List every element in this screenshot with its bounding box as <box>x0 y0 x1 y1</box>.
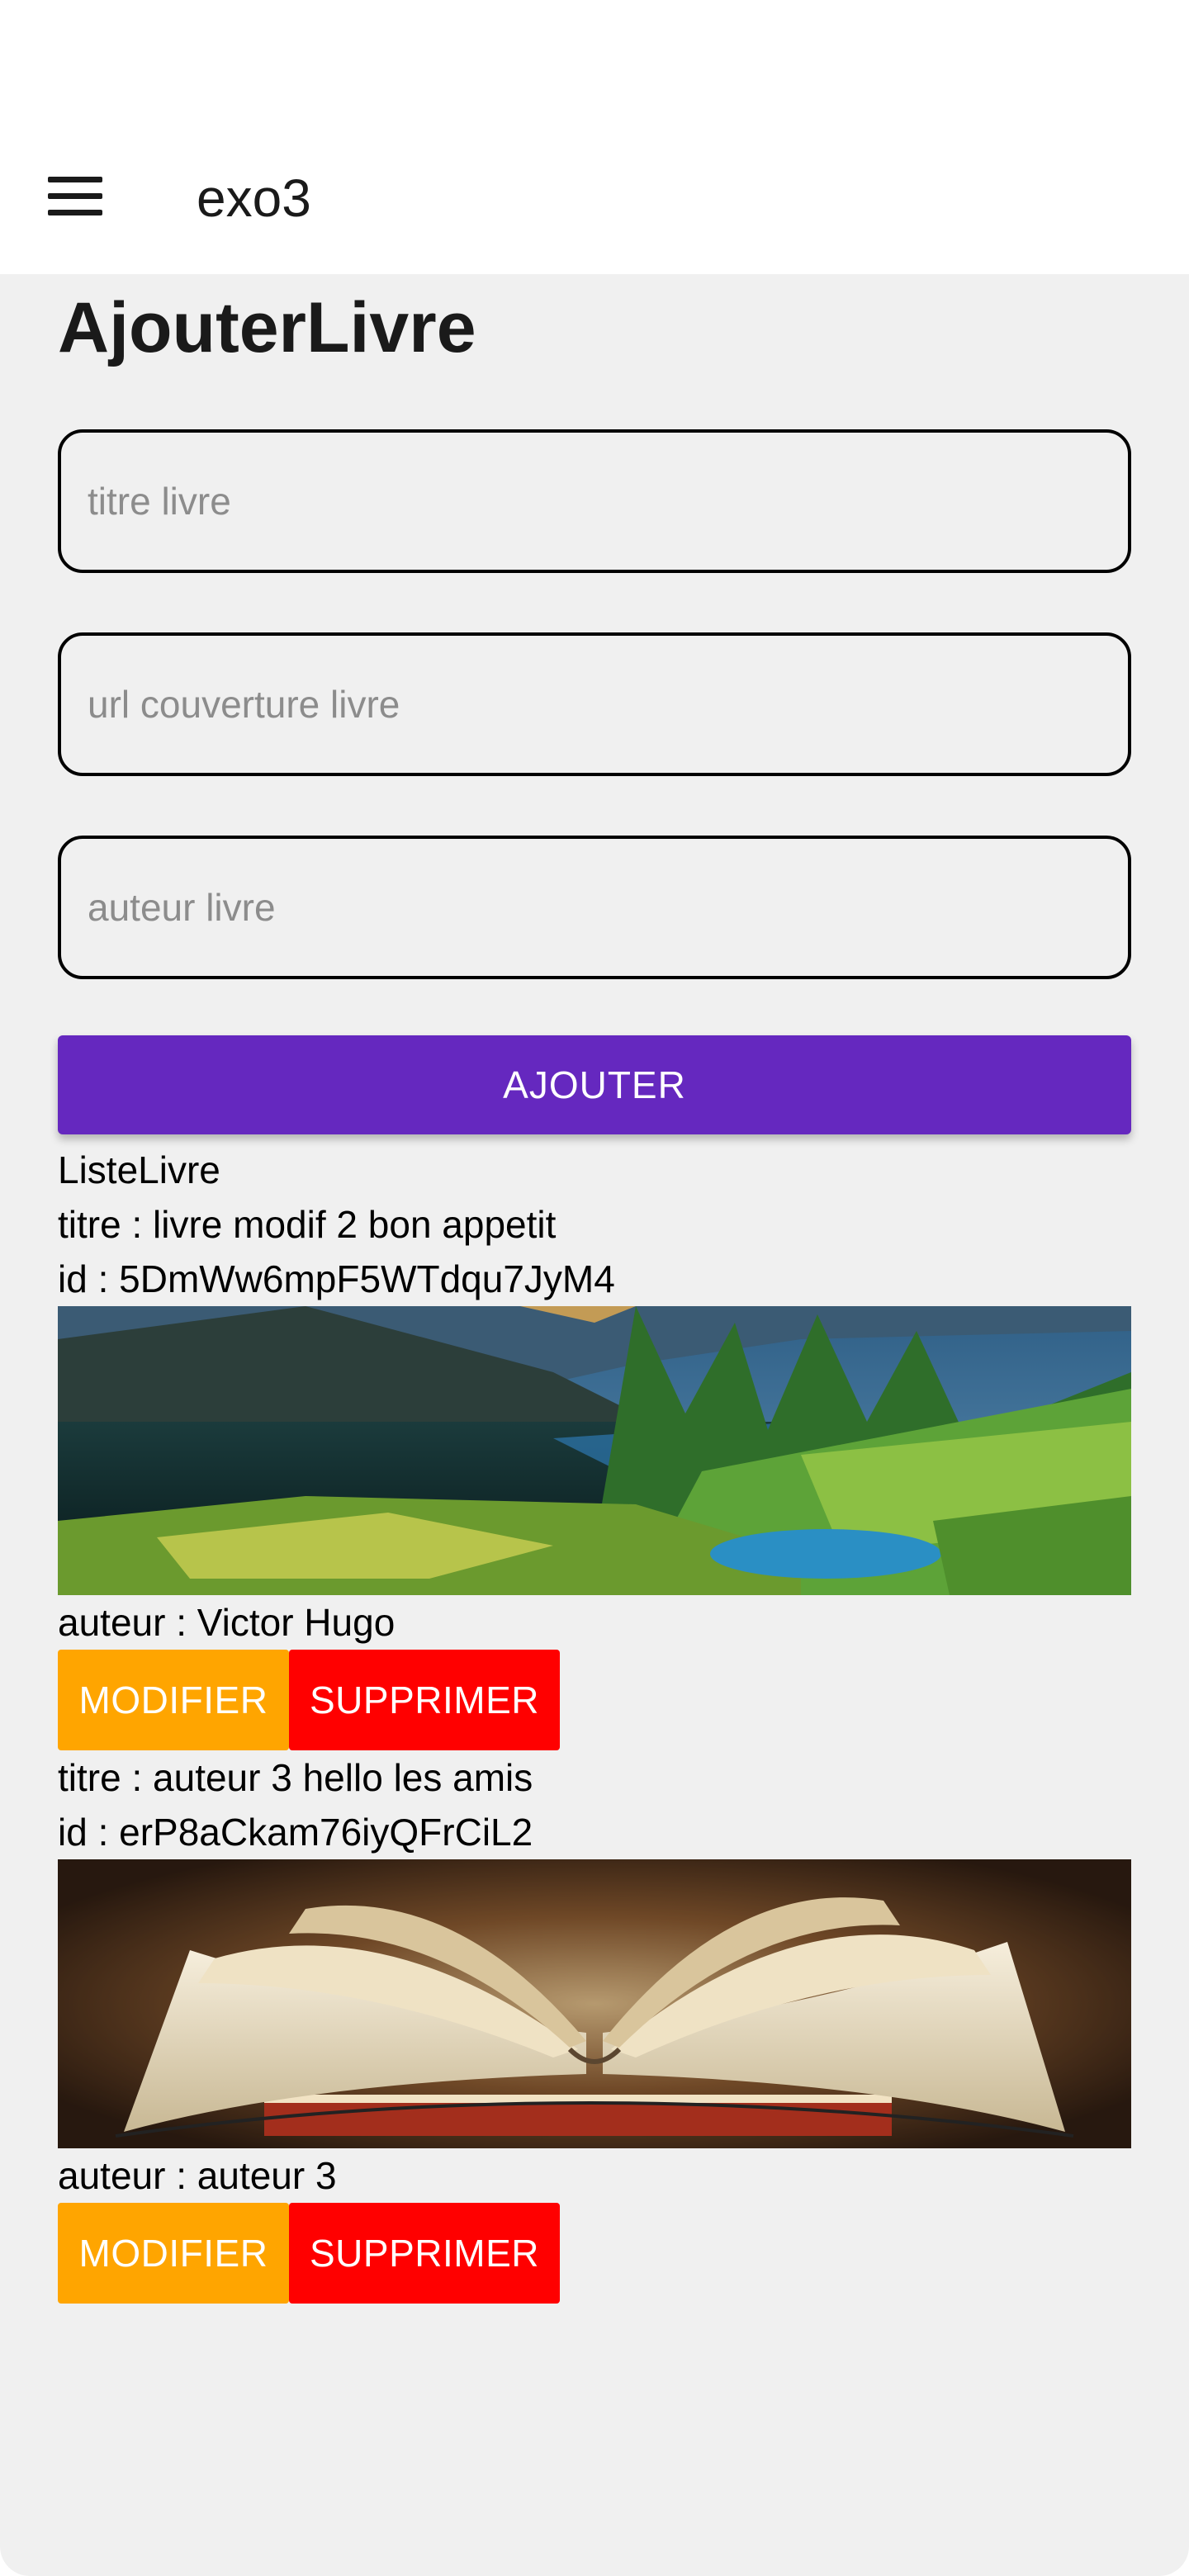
cover-url-input[interactable] <box>88 636 1095 773</box>
book-author: auteur : Victor Hugo <box>58 1601 396 1644</box>
page-title: AjouterLivre <box>58 288 476 367</box>
hamburger-menu-icon[interactable] <box>48 177 102 216</box>
delete-book-button[interactable]: SUPPRIMER <box>289 2203 560 2304</box>
author-input[interactable] <box>88 839 1095 976</box>
cover-url-field[interactable] <box>58 632 1131 776</box>
app-bar: exo3 <box>0 124 1189 274</box>
add-book-button[interactable]: AJOUTER <box>58 1035 1131 1134</box>
book-cover-image <box>58 1306 1131 1595</box>
book-list: ListeLivre titre : livre modif 2 bon app… <box>58 1143 1131 2304</box>
author-field[interactable] <box>58 836 1131 979</box>
book-id: id : erP8aCkam76iyQFrCiL2 <box>58 1811 533 1854</box>
delete-book-button[interactable]: SUPPRIMER <box>289 1650 560 1750</box>
book-item: titre : auteur 3 hello les amis id : erP… <box>58 1750 1131 2304</box>
book-actions: MODIFIER SUPPRIMER <box>58 1650 1131 1750</box>
book-title-field[interactable] <box>58 429 1131 573</box>
book-id: id : 5DmWw6mpF5WTdqu7JyM4 <box>58 1257 615 1300</box>
book-title-input[interactable] <box>88 433 1095 570</box>
book-item: titre : livre modif 2 bon appetit id : 5… <box>58 1197 1131 1750</box>
app-screen: exo3 AjouterLivre AJOUTER ListeLivre tit… <box>0 0 1189 2576</box>
status-bar <box>0 0 1189 124</box>
book-author: auteur : auteur 3 <box>58 2154 337 2197</box>
book-title: titre : auteur 3 hello les amis <box>58 1756 533 1799</box>
list-heading: ListeLivre <box>58 1148 220 1191</box>
app-title: exo3 <box>197 168 311 228</box>
modify-book-button[interactable]: MODIFIER <box>58 1650 289 1750</box>
book-cover-image <box>58 1859 1131 2148</box>
book-title: titre : livre modif 2 bon appetit <box>58 1203 557 1246</box>
book-actions: MODIFIER SUPPRIMER <box>58 2203 1131 2304</box>
modify-book-button[interactable]: MODIFIER <box>58 2203 289 2304</box>
